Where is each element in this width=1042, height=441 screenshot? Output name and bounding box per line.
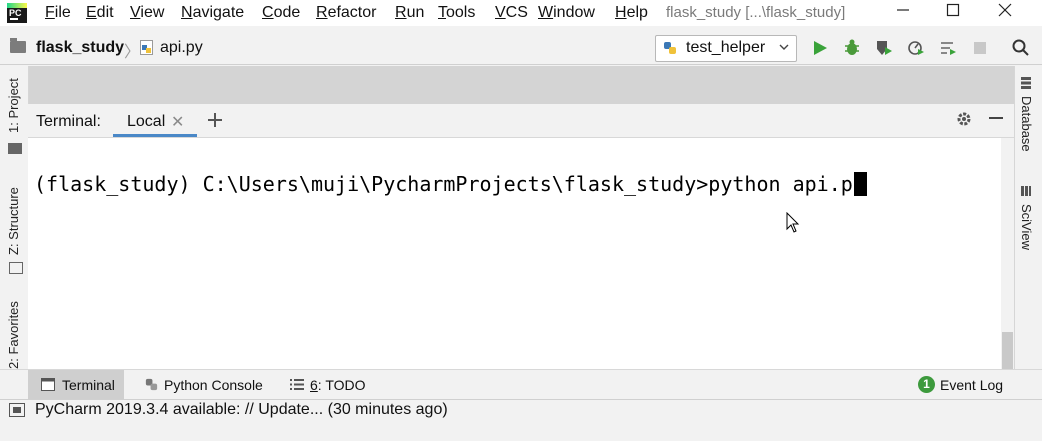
menu-edit[interactable]: Edit bbox=[86, 4, 114, 22]
database-icon bbox=[1021, 77, 1031, 89]
breadcrumb-project[interactable]: flask_study bbox=[36, 39, 124, 57]
minimize-icon bbox=[989, 117, 1003, 119]
stop-icon[interactable] bbox=[970, 38, 990, 58]
run-configuration-select[interactable]: test_helper bbox=[655, 35, 797, 62]
event-log-button[interactable]: 1 Event Log bbox=[915, 370, 1015, 399]
menu-run[interactable]: Run bbox=[395, 4, 424, 22]
text-cursor bbox=[853, 172, 867, 196]
run-icon[interactable] bbox=[810, 38, 830, 58]
menu-tools[interactable]: Tools bbox=[438, 4, 475, 22]
new-terminal-tab-button[interactable] bbox=[207, 108, 223, 134]
editor-area bbox=[28, 66, 1014, 104]
menu-help[interactable]: Help bbox=[615, 4, 648, 22]
breadcrumb-file[interactable]: api.py bbox=[160, 39, 203, 57]
maximize-icon bbox=[946, 3, 960, 17]
python-console-icon bbox=[145, 378, 158, 391]
list-icon bbox=[290, 379, 304, 390]
mouse-pointer-icon bbox=[786, 212, 800, 233]
minimize-window-button[interactable] bbox=[880, 0, 926, 26]
menu-file[interactable]: File bbox=[45, 4, 71, 22]
close-window-button[interactable] bbox=[982, 0, 1028, 26]
scrollbar-thumb[interactable] bbox=[1002, 332, 1013, 369]
terminal-title: Terminal: bbox=[36, 113, 101, 130]
project-tool-label: 1: Project bbox=[6, 78, 21, 133]
sciview-icon bbox=[1021, 186, 1031, 196]
hide-tool-window-button[interactable] bbox=[988, 109, 1004, 130]
concurrency-diagram-icon[interactable] bbox=[938, 38, 958, 58]
minimize-icon bbox=[897, 9, 909, 11]
chevron-down-icon bbox=[779, 44, 789, 50]
tab-local[interactable]: Local ✕ bbox=[113, 104, 197, 137]
structure-icon bbox=[9, 262, 23, 274]
menu-navigate[interactable]: Navigate bbox=[181, 4, 244, 22]
python-file-icon bbox=[140, 40, 153, 55]
menu-vcs[interactable]: VCS bbox=[495, 4, 528, 22]
todo-mnemonic: 6 bbox=[310, 377, 318, 393]
structure-tool-label: Z: Structure bbox=[6, 187, 21, 255]
chevron-right-icon: 〉 bbox=[124, 44, 141, 61]
python-icon bbox=[664, 42, 676, 54]
event-count-badge: 1 bbox=[918, 376, 935, 393]
folder-icon bbox=[10, 38, 26, 53]
gear-icon[interactable] bbox=[955, 110, 973, 128]
folder-icon bbox=[8, 143, 22, 154]
terminal-icon bbox=[41, 378, 55, 391]
close-icon bbox=[998, 3, 1012, 17]
sciview-tool-button[interactable]: SciView bbox=[1019, 204, 1042, 254]
toggle-tool-windows-icon[interactable] bbox=[9, 403, 25, 417]
debug-icon[interactable] bbox=[842, 38, 862, 58]
plus-icon bbox=[208, 113, 222, 127]
search-icon[interactable] bbox=[1011, 38, 1031, 58]
maximize-window-button[interactable] bbox=[930, 0, 976, 26]
bottom-tab-terminal-label: Terminal bbox=[62, 377, 115, 393]
bottom-tab-terminal[interactable]: Terminal bbox=[28, 370, 124, 399]
close-tab-icon[interactable]: ✕ bbox=[171, 112, 184, 132]
pycharm-logo-icon: PC bbox=[7, 3, 27, 23]
bottom-tab-todo[interactable]: 6: TODO bbox=[286, 370, 376, 399]
run-configuration-label: test_helper bbox=[686, 39, 766, 56]
event-log-label: Event Log bbox=[940, 377, 1004, 393]
database-tool-button[interactable]: Database bbox=[1019, 96, 1042, 156]
terminal-command-line[interactable]: (flask_study) C:\Users\muji\PycharmProje… bbox=[34, 172, 867, 196]
bottom-tab-todo-label: : TODO bbox=[317, 377, 366, 393]
database-tool-label: Database bbox=[1019, 96, 1034, 152]
favorites-tool-label: 2: Favorites bbox=[6, 301, 21, 369]
run-with-coverage-icon[interactable] bbox=[874, 38, 894, 58]
menu-view[interactable]: View bbox=[130, 4, 164, 22]
status-message[interactable]: PyCharm 2019.3.4 available: // Update...… bbox=[35, 401, 448, 419]
bottom-tab-python-console-label: Python Console bbox=[164, 377, 263, 393]
terminal-prompt-text: (flask_study) C:\Users\muji\PycharmProje… bbox=[34, 172, 853, 196]
active-tab-underline bbox=[113, 134, 197, 137]
menu-window[interactable]: Window bbox=[538, 4, 595, 22]
bottom-tab-python-console[interactable]: Python Console bbox=[140, 370, 270, 399]
menu-refactor[interactable]: Refactor bbox=[316, 4, 376, 22]
profile-icon[interactable] bbox=[906, 38, 926, 58]
menu-code[interactable]: Code bbox=[262, 4, 300, 22]
window-title: flask_study [...\flask_study] bbox=[666, 4, 846, 21]
sciview-tool-label: SciView bbox=[1019, 204, 1034, 251]
tab-local-label: Local bbox=[127, 113, 166, 130]
